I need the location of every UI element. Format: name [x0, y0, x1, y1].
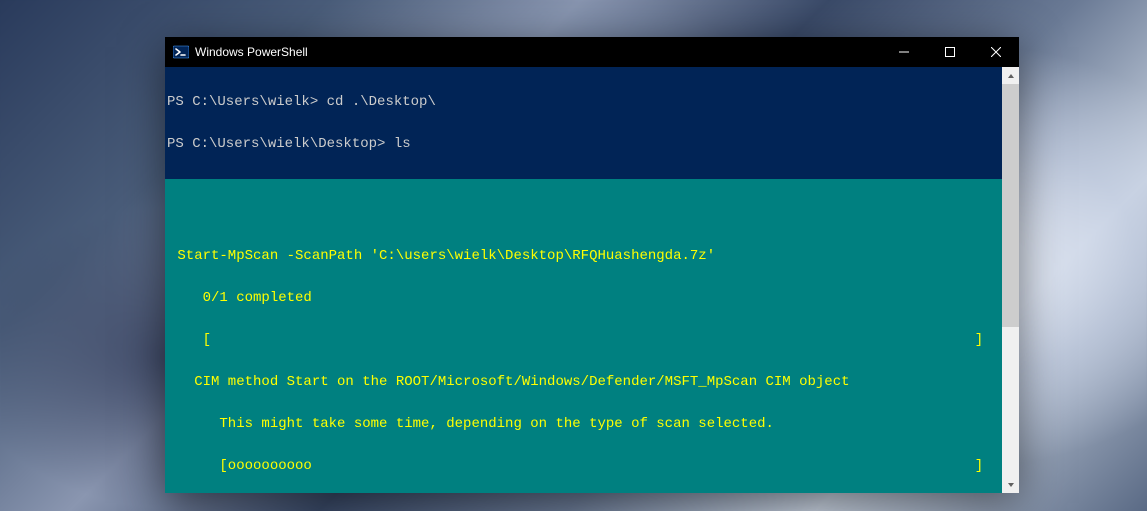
scroll-down-button[interactable]	[1002, 476, 1019, 493]
close-button[interactable]	[973, 37, 1019, 67]
scan-line-1: Start-MpScan -ScanPath 'C:\users\wielk\D…	[167, 249, 1000, 263]
prompt-1-prefix: PS C:\Users\wielk>	[167, 94, 327, 110]
scan-bar-1-close: ]	[975, 333, 1000, 347]
scan-line-5: This might take some time, depending on …	[167, 417, 1000, 431]
prompt-2-cmd: ls	[394, 136, 411, 152]
scroll-up-button[interactable]	[1002, 67, 1019, 84]
prompt-2-prefix: PS C:\Users\wielk\Desktop>	[167, 136, 394, 152]
titlebar[interactable]: Windows PowerShell	[165, 37, 1019, 67]
scan-bar-2-close: ]	[975, 459, 1000, 473]
vertical-scrollbar[interactable]	[1002, 67, 1019, 493]
powershell-icon	[173, 44, 189, 60]
scrollbar-track[interactable]	[1002, 84, 1019, 476]
scan-bar-2-open: [oooooooooo	[169, 459, 312, 473]
terminal[interactable]: PS C:\Users\wielk> cd .\Desktop\ PS C:\U…	[165, 67, 1002, 493]
scrollbar-thumb[interactable]	[1002, 84, 1019, 327]
window-title: Windows PowerShell	[195, 45, 308, 59]
prompt-1-cmd: cd .\Desktop\	[327, 94, 436, 110]
scan-line-4: CIM method Start on the ROOT/Microsoft/W…	[167, 375, 1000, 389]
maximize-button[interactable]	[927, 37, 973, 67]
powershell-window: Windows PowerShell PS C:\Users\wielk> cd…	[165, 37, 1019, 493]
minimize-button[interactable]	[881, 37, 927, 67]
scan-bar-1-open: [	[169, 333, 211, 347]
scan-progress-block: Start-MpScan -ScanPath 'C:\users\wielk\D…	[165, 179, 1002, 493]
client-area: PS C:\Users\wielk> cd .\Desktop\ PS C:\U…	[165, 67, 1019, 493]
scan-line-2: 0/1 completed	[167, 291, 1000, 305]
